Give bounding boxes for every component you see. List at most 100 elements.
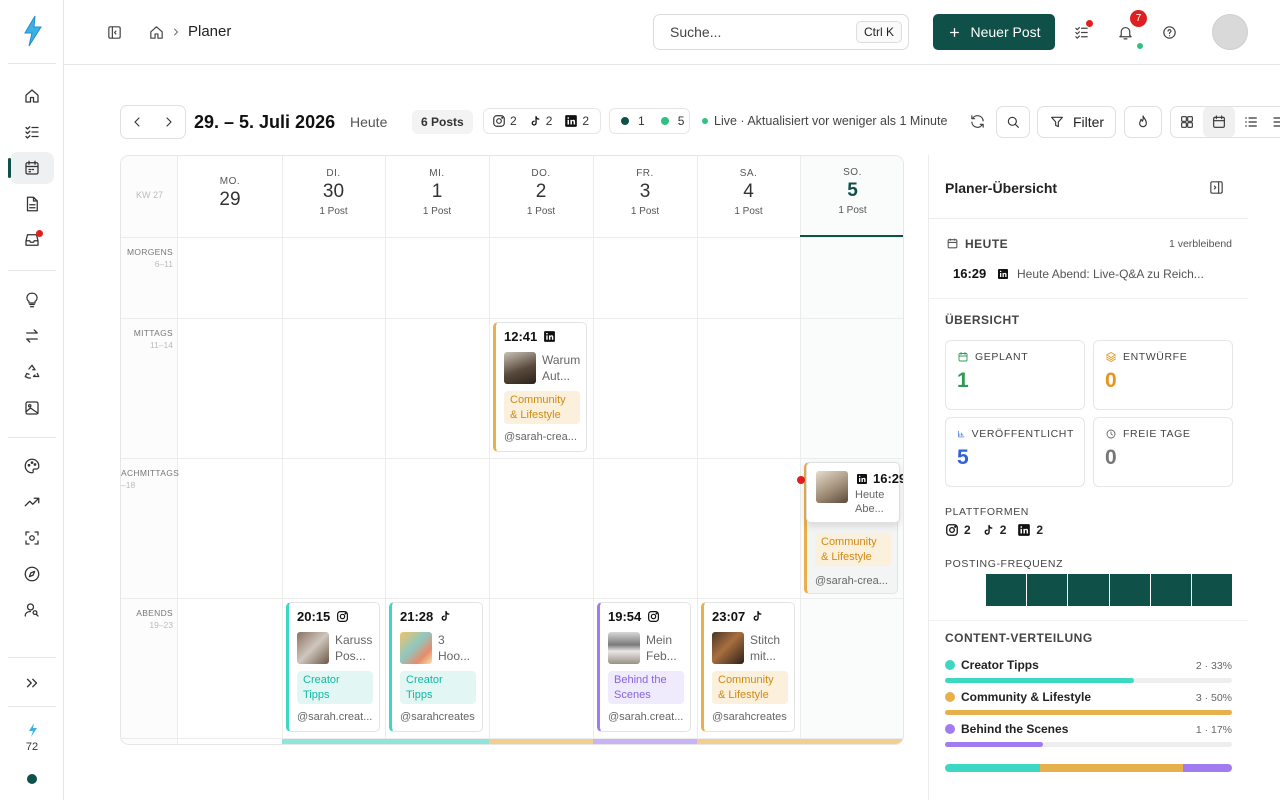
post-title: Heute Abe...: [855, 489, 885, 515]
category-name: Community & Lifestyle: [961, 690, 1092, 704]
post-thumbnail: [712, 632, 744, 664]
sidebar-item-ideas[interactable]: [10, 284, 54, 316]
stat-label: ENTWÜRFE: [1123, 351, 1188, 363]
tasks-dot: [1086, 20, 1093, 27]
instagram-count: 2: [510, 114, 517, 128]
stat-value: 1: [957, 369, 969, 392]
user-avatar[interactable]: [1212, 14, 1248, 50]
bell-icon: [1118, 26, 1132, 39]
day-category-strip: [385, 739, 489, 744]
day-header[interactable]: MI. 1 1 Post: [385, 156, 489, 237]
calendar-icon: [958, 352, 968, 362]
compass-icon: [24, 566, 40, 582]
sidebar-item-home[interactable]: [10, 80, 54, 112]
instagram-icon: [493, 115, 505, 127]
sidebar-item-documents[interactable]: [10, 188, 54, 220]
sidebar-divider: [8, 63, 56, 64]
post-card[interactable]: 20:15 Karuss Pos... Creator Tipps @sarah…: [286, 602, 380, 732]
search-calendar-button[interactable]: [996, 106, 1030, 138]
instagram-icon: [946, 524, 958, 536]
sidebar-item-team[interactable]: [10, 594, 54, 626]
image-icon: [25, 401, 39, 415]
toggle-sidebar-button[interactable]: [102, 20, 126, 44]
chevrons-right-icon: [26, 678, 38, 688]
sidebar-item-planner[interactable]: [8, 152, 54, 184]
post-card[interactable]: 21:28 3 Hoo... Creator Tipps @sarahcreat…: [389, 602, 483, 732]
trending-up-icon: [24, 497, 40, 507]
frequency-section-label: POSTING-FREQUENZ: [945, 558, 1064, 570]
new-post-button[interactable]: Neuer Post: [933, 14, 1055, 50]
status-counts-chip: 1 5: [609, 108, 690, 134]
category-bar-track: [945, 678, 1232, 683]
sidebar-item-scan[interactable]: [10, 522, 54, 554]
grid-icon: [1181, 116, 1193, 128]
post-category-tag: Creator Tipps: [297, 671, 373, 704]
sidebar-item-explore[interactable]: [10, 558, 54, 590]
refresh-button[interactable]: [966, 110, 988, 132]
trending-button[interactable]: [1124, 106, 1162, 138]
sidebar-item-tasks[interactable]: [10, 116, 54, 148]
filter-button[interactable]: Filter: [1037, 106, 1116, 138]
category-bar-fill: [945, 678, 1135, 683]
sidebar-item-media[interactable]: [10, 392, 54, 424]
panel-divider: [928, 218, 1248, 219]
view-more-button[interactable]: [1267, 107, 1280, 137]
day-post-count: 1 Post: [319, 206, 348, 217]
post-card[interactable]: 12:41 Warum Aut... Community & Lifestyle…: [493, 322, 587, 452]
post-card[interactable]: 19:54 Mein Feb... Behind the Scenes @sar…: [597, 602, 691, 732]
today-post-title: Heute Abend: Live-Q&A zu Reich...: [1017, 267, 1204, 281]
post-card[interactable]: 23:07 Stitch mit... Community & Lifestyl…: [701, 602, 795, 732]
post-title: Mein Feb...: [646, 633, 677, 663]
stat-free-days: FREIE TAGE 0: [1093, 417, 1233, 487]
stat-value: 0: [1105, 369, 1117, 392]
next-week-button[interactable]: [153, 106, 185, 138]
stat-scheduled: GEPLANT 1: [945, 340, 1085, 410]
view-list-button[interactable]: [1235, 107, 1267, 137]
sidebar-item-repurpose[interactable]: [10, 320, 54, 352]
breadcrumb-current: Planer: [188, 23, 232, 40]
sidebar-item-brand[interactable]: [10, 450, 54, 482]
post-category-tag: Behind the Scenes: [608, 671, 684, 704]
search-icon: [1007, 116, 1019, 128]
day-column[interactable]: [178, 156, 282, 744]
calendar-icon: [25, 160, 39, 175]
filter-label: Filter: [1072, 114, 1105, 130]
dragged-post-preview[interactable]: 16:29 Heute Abe...: [806, 462, 903, 523]
post-account: @sarahcreates: [712, 711, 787, 723]
view-calendar-button[interactable]: [1203, 107, 1235, 137]
help-button[interactable]: [1157, 20, 1181, 44]
chevron-right-icon: [166, 117, 172, 127]
today-post-item[interactable]: 16:29 Heute Abend: Live-Q&A zu Reich...: [945, 262, 1232, 286]
today-button[interactable]: Heute: [350, 114, 387, 130]
sidebar-panel-icon: [107, 25, 121, 39]
week-number: KW 27: [135, 190, 163, 200]
day-header[interactable]: SA. 4 1 Post: [697, 156, 800, 237]
sidebar-item-recycle[interactable]: [10, 356, 54, 388]
search-input[interactable]: Suche... Ctrl K: [653, 14, 909, 50]
day-header[interactable]: DI. 30 1 Post: [282, 156, 385, 237]
prev-week-button[interactable]: [121, 106, 153, 138]
day-column-today[interactable]: [800, 156, 903, 744]
collapse-panel-button[interactable]: [1206, 177, 1226, 197]
post-time: 21:28: [400, 609, 434, 624]
day-header[interactable]: MO. 29: [178, 156, 282, 237]
live-status-text: Live · Aktualisiert vor weniger als 1 Mi…: [714, 114, 948, 128]
sidebar-item-inbox[interactable]: [10, 224, 54, 256]
overview-section-label: ÜBERSICHT: [945, 313, 1020, 327]
day-weekday: DI.: [326, 168, 341, 179]
day-category-strip: [697, 739, 800, 744]
slot-label-evening: ABENDS 19–23: [136, 608, 173, 630]
sidebar-expand-button[interactable]: [10, 667, 54, 699]
sidebar-item-analytics[interactable]: [10, 486, 54, 518]
breadcrumb-separator: [168, 24, 184, 40]
day-header-today[interactable]: SO. 5 1 Post: [800, 156, 903, 237]
day-header[interactable]: DO. 2 1 Post: [489, 156, 593, 237]
category-dot: [945, 660, 955, 670]
view-grid-button[interactable]: [1171, 107, 1203, 137]
linkedin-count: 2: [582, 114, 590, 128]
logo-bolt-icon[interactable]: [20, 14, 46, 48]
breadcrumb-home-button[interactable]: [144, 20, 168, 44]
search-shortcut: Ctrl K: [856, 21, 902, 43]
day-header[interactable]: FR. 3 1 Post: [593, 156, 697, 237]
stat-label: VERÖFFENTLICHT: [971, 428, 1074, 440]
